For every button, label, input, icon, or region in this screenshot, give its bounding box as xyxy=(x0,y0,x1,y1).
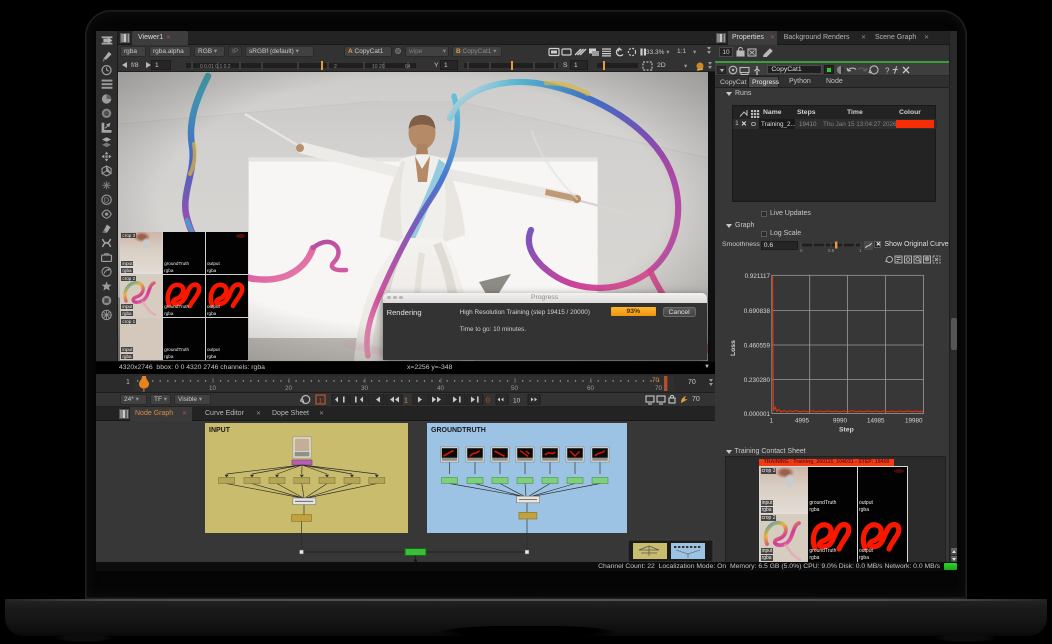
svg-text:30: 30 xyxy=(361,385,369,392)
svg-text:0.460559: 0.460559 xyxy=(744,342,771,349)
svg-text:0.5: 0.5 xyxy=(828,248,835,252)
svg-text:Step: Step xyxy=(839,427,854,434)
svg-text:4995: 4995 xyxy=(795,418,810,425)
svg-text:0: 0 xyxy=(486,398,490,405)
svg-text:Loss: Loss xyxy=(730,340,737,356)
svg-text:10: 10 xyxy=(209,385,217,392)
svg-text:64: 64 xyxy=(405,64,411,70)
svg-text:1: 1 xyxy=(319,397,323,404)
svg-text:14985: 14985 xyxy=(867,418,885,425)
svg-text:40: 40 xyxy=(437,385,445,392)
svg-text:9990: 9990 xyxy=(833,418,848,425)
svg-text:2: 2 xyxy=(334,64,337,70)
svg-text:20: 20 xyxy=(285,385,293,392)
svg-text:10 20: 10 20 xyxy=(372,64,385,70)
svg-text:70: 70 xyxy=(652,377,660,384)
svg-text:0.690838: 0.690838 xyxy=(744,308,771,315)
svg-text:0 0.01 0.1 0.2: 0 0.01 0.1 0.2 xyxy=(200,64,231,70)
svg-text:1: 1 xyxy=(404,398,408,405)
svg-text:50: 50 xyxy=(511,385,519,392)
svg-text:D: D xyxy=(104,196,109,205)
svg-text:19980: 19980 xyxy=(905,418,923,425)
svg-text:0.230280: 0.230280 xyxy=(744,377,771,384)
svg-text:60: 60 xyxy=(587,385,595,392)
svg-text:1: 1 xyxy=(859,248,862,252)
svg-text:GROUNDTRUTH: GROUNDTRUTH xyxy=(431,427,486,434)
svg-text:1: 1 xyxy=(770,418,774,425)
svg-text:70: 70 xyxy=(655,385,663,392)
svg-text:0: 0 xyxy=(800,248,803,252)
svg-text:0.000001: 0.000001 xyxy=(744,411,771,418)
svg-text:0.921117: 0.921117 xyxy=(745,273,771,280)
svg-text:10: 10 xyxy=(513,397,521,404)
svg-text:INPUT: INPUT xyxy=(209,427,231,434)
svg-text:?: ? xyxy=(885,66,890,75)
